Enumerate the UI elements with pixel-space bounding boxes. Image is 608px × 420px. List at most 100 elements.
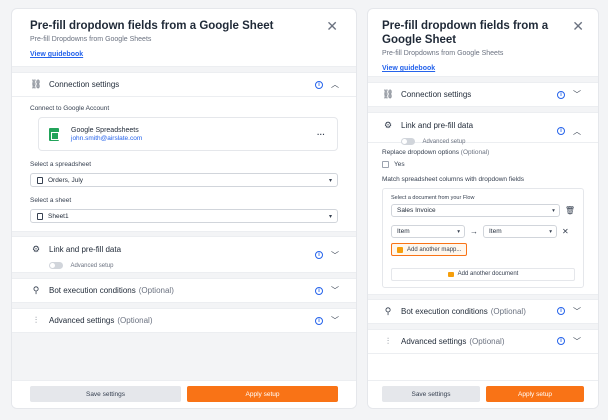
link-prefill-body: Replace dropdown options (Optional) Yes … <box>368 143 598 294</box>
info-circle-icon[interactable]: i <box>315 316 323 325</box>
apply-setup-button[interactable]: Apply setup <box>486 386 584 402</box>
panel-footer: Save settings Apply setup <box>368 380 598 408</box>
advanced-setup-toggle[interactable] <box>49 262 63 270</box>
more-options-icon[interactable]: ··· <box>317 130 325 139</box>
panel-subtitle: Pre-fill Dropdowns from Google Sheets <box>382 50 504 57</box>
google-sheets-icon <box>49 127 59 141</box>
document-value: Sales Invoice <box>397 207 436 215</box>
remove-icon[interactable]: ✕ <box>562 227 569 236</box>
sliders-icon: ⫶ <box>386 335 390 346</box>
gear-icon: ⚙ <box>383 119 393 130</box>
info-circle-icon[interactable]: i <box>557 307 565 316</box>
advanced-setup-toggle[interactable] <box>401 138 415 146</box>
spreadsheet-select[interactable]: Orders, July ▾ <box>30 173 338 187</box>
file-icon <box>37 176 43 184</box>
panel-header: Pre-fill dropdown fields from a Google S… <box>12 9 356 67</box>
optional-label: (Optional) <box>469 336 505 346</box>
yes-checkbox[interactable] <box>382 161 389 168</box>
chevron-up-icon[interactable]: ︿ <box>331 79 339 90</box>
info-circle-icon[interactable]: i <box>557 127 565 135</box>
info-circle-icon[interactable]: i <box>315 286 323 295</box>
gear-icon: ⚙ <box>31 243 41 254</box>
field-value: Item <box>489 228 502 236</box>
sliders-icon: ⫶ <box>34 315 38 325</box>
section-label: Bot execution conditions <box>401 306 488 316</box>
section-label: Bot execution conditions <box>49 286 136 295</box>
info-circle-icon[interactable]: i <box>557 90 565 99</box>
link-prefill-header[interactable]: ⚙ Link and pre-fill data Advanced setup … <box>368 113 598 146</box>
dropdown-field-select[interactable]: Item ▾ <box>483 225 557 239</box>
advanced-settings-header[interactable]: ⫶ Advanced settings (Optional) i ﹀ <box>368 330 598 354</box>
sheet-value: Sheet1 <box>48 212 69 220</box>
right-panel: Pre-fill dropdown fields from a Google S… <box>367 8 599 409</box>
panel-title: Pre-fill dropdown fields from a Google S… <box>30 20 274 32</box>
section-label: Link and pre-fill data <box>49 244 122 254</box>
info-circle-icon[interactable]: i <box>315 80 323 89</box>
chevron-down-icon: ▾ <box>552 207 555 214</box>
close-icon[interactable]: ✕ <box>572 19 584 33</box>
chevron-down-icon: ▾ <box>457 228 460 235</box>
document-select[interactable]: Sales Invoice ▾ <box>391 204 560 218</box>
chevron-down-icon[interactable]: ﹀ <box>331 315 339 326</box>
bot-icon: ⚲ <box>32 285 40 295</box>
chevron-down-icon[interactable]: ﹀ <box>331 285 339 296</box>
section-label: Link and pre-fill data <box>401 120 474 130</box>
section-label: Connection settings <box>49 80 120 89</box>
link-prefill-header[interactable]: ⚙ Link and pre-fill data Advanced setup … <box>12 237 356 273</box>
column-select[interactable]: Item ▾ <box>391 225 465 239</box>
connection-settings-header[interactable]: ⛓ Connection settings i ﹀ <box>368 83 598 107</box>
chevron-down-icon: ▾ <box>328 177 332 184</box>
save-settings-button[interactable]: Save settings <box>382 386 480 402</box>
doc-label: Select a document from your Flow <box>391 195 475 202</box>
chevron-down-icon[interactable]: ﹀ <box>573 336 581 347</box>
add-mapping-button[interactable]: Add another mapp... <box>391 243 468 257</box>
panel-title: Pre-fill dropdown fields from a Google S… <box>382 20 549 46</box>
info-circle-icon[interactable]: i <box>557 337 565 346</box>
sheet-label: Select a sheet <box>30 197 72 204</box>
chevron-down-icon[interactable]: ﹀ <box>573 89 581 100</box>
connection-settings-header[interactable]: ⛓ Connection settings i ︿ <box>12 73 356 97</box>
file-icon <box>37 212 43 220</box>
bot-conditions-header[interactable]: ⚲ Bot execution conditions (Optional) i … <box>368 300 598 324</box>
panel-header: Pre-fill dropdown fields from a Google S… <box>368 9 598 77</box>
toggle-label: Advanced setup <box>422 138 466 145</box>
optional-label: (Optional) <box>138 286 174 295</box>
account-title: Google Spreadsheets <box>71 126 139 134</box>
optional-label: (Optional) <box>490 306 526 316</box>
sheet-select[interactable]: Sheet1 ▾ <box>30 209 338 223</box>
chevron-down-icon[interactable]: ﹀ <box>573 306 581 317</box>
yes-checkbox-row[interactable]: Yes <box>382 161 584 168</box>
section-label: Advanced settings <box>49 316 115 325</box>
spreadsheet-label: Select a spreadsheet <box>30 161 92 168</box>
chevron-down-icon[interactable]: ﹀ <box>331 250 339 261</box>
panel-footer: Save settings Apply setup <box>12 380 356 408</box>
match-label: Match spreadsheet columns with dropdown … <box>382 176 524 184</box>
add-document-button[interactable]: Add another document <box>391 267 575 281</box>
left-panel: Pre-fill dropdown fields from a Google S… <box>11 8 357 409</box>
add-document-label: Add another document <box>457 271 519 278</box>
account-email: john.smith@airslate.com <box>71 134 143 142</box>
save-settings-button[interactable]: Save settings <box>30 386 181 402</box>
bot-conditions-header[interactable]: ⚲ Bot execution conditions (Optional) i … <box>12 279 356 303</box>
match-container: Select a document from your Flow Sales I… <box>382 188 584 288</box>
column-value: Item <box>397 228 410 236</box>
view-guidebook-link[interactable]: View guidebook <box>382 65 435 72</box>
link-icon: ⛓ <box>30 79 42 89</box>
advanced-settings-header[interactable]: ⫶ Advanced settings (Optional) i ﹀ <box>12 309 356 333</box>
section-label: Connection settings <box>401 90 472 99</box>
optional-label: (Optional) <box>117 316 153 325</box>
google-account-card: Google Spreadsheets john.smith@airslate.… <box>38 117 338 151</box>
plus-icon <box>397 246 403 253</box>
close-icon[interactable]: ✕ <box>326 19 338 33</box>
apply-setup-button[interactable]: Apply setup <box>187 386 338 402</box>
arrow-right-icon: → <box>470 227 478 237</box>
link-icon: ⛓ <box>382 89 394 99</box>
section-label: Advanced settings <box>401 336 467 346</box>
trash-icon[interactable]: 🗑 <box>565 206 575 215</box>
connection-settings-body: Connect to Google Account Google Spreads… <box>12 97 356 231</box>
view-guidebook-link[interactable]: View guidebook <box>30 51 83 58</box>
chevron-up-icon[interactable]: ︿ <box>573 126 581 137</box>
panel-subtitle: Pre-fill Dropdowns from Google Sheets <box>30 36 152 43</box>
chevron-down-icon: ▾ <box>549 228 552 235</box>
info-circle-icon[interactable]: i <box>315 251 323 259</box>
